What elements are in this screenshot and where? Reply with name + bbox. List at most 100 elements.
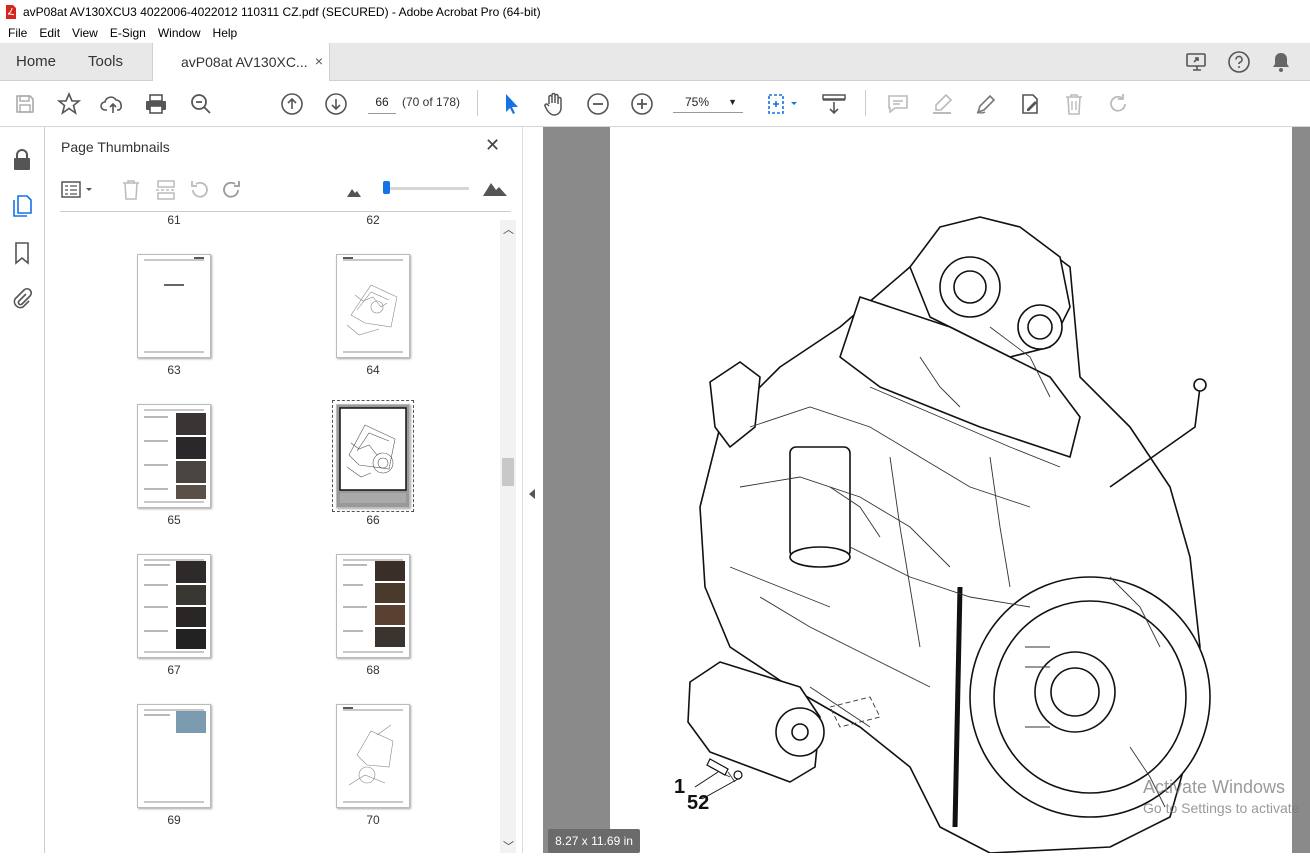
thumbnail-toolbar	[45, 172, 522, 212]
thumbnail-size-slider[interactable]	[383, 187, 469, 190]
menu-file[interactable]: File	[8, 26, 27, 40]
zoom-out-icon[interactable]	[585, 91, 611, 117]
close-icon[interactable]: ✕	[485, 135, 500, 156]
save-icon[interactable]	[12, 91, 38, 117]
page-thumbnails-icon[interactable]	[9, 193, 35, 219]
thumbnail-list: 61 62 63 64 65 66 67 68 69 70	[60, 213, 500, 853]
thumbnail-page[interactable]	[137, 704, 211, 808]
thumbnail-page-content	[144, 409, 206, 503]
thumbnail-page[interactable]	[137, 404, 211, 508]
extract-page-icon[interactable]	[155, 178, 177, 205]
zoom-level-select[interactable]: 75% ▼	[673, 91, 743, 113]
thumbnail-size-slider-handle[interactable]	[383, 181, 390, 194]
thumbnail-label: 62	[366, 213, 380, 227]
thumbnail-page-content	[144, 709, 206, 803]
tab-document-label: avP08at AV130XC...	[181, 54, 308, 70]
lock-icon[interactable]	[9, 147, 35, 173]
toolbar-separator	[477, 90, 478, 116]
thumbnail-page[interactable]	[336, 254, 410, 358]
print-icon[interactable]	[143, 91, 169, 117]
menu-window[interactable]: Window	[158, 26, 201, 40]
bookmark-star-icon[interactable]	[56, 91, 82, 117]
thumbnail-label: 67	[167, 663, 181, 677]
panel-divider	[60, 211, 511, 212]
panel-title: Page Thumbnails	[61, 139, 170, 155]
hand-tool-icon[interactable]	[541, 91, 567, 117]
collapse-arrow-icon[interactable]	[528, 487, 536, 502]
watermark-line-2: Go to Settings to activate	[1143, 800, 1300, 816]
comment-icon[interactable]	[885, 91, 911, 117]
delete-trash-icon[interactable]	[1061, 91, 1087, 117]
bookmarks-icon[interactable]	[9, 240, 35, 266]
panel-collapse-bar[interactable]	[522, 127, 543, 853]
callout-label: 1	[674, 776, 686, 798]
callout-label: 52	[687, 792, 710, 814]
title-bar: avP08at AV130XCU3 4022006-4022012 110311…	[0, 0, 1310, 23]
tab-bar-icons	[1184, 43, 1310, 80]
window-title: avP08at AV130XCU3 4022006-4022012 110311…	[23, 4, 541, 19]
menu-help[interactable]: Help	[213, 26, 238, 40]
watermark-line-1: Activate Windows	[1143, 777, 1286, 797]
thumbnail-scrollbar-thumb[interactable]	[502, 458, 514, 486]
engine-drawing	[687, 216, 1211, 854]
thumbnail-page-content	[337, 405, 409, 507]
help-icon[interactable]	[1226, 49, 1252, 75]
select-cursor-icon[interactable]	[497, 91, 523, 117]
thumbnail-label: 69	[167, 813, 181, 827]
thumbnail-label: 70	[366, 813, 380, 827]
thumbnail-options-icon[interactable]	[61, 180, 95, 203]
menu-view[interactable]: View	[72, 26, 98, 40]
tab-home[interactable]: Home	[16, 43, 56, 80]
highlight-pen-icon[interactable]	[929, 91, 955, 117]
thumbnail-large-mountain-icon	[483, 180, 507, 199]
delete-page-icon[interactable]	[121, 178, 141, 205]
thumbnail-page[interactable]	[336, 704, 410, 808]
thumbnail-page-content	[144, 257, 204, 353]
redo-icon[interactable]	[1105, 91, 1131, 117]
thumbnail-page-content	[343, 707, 403, 803]
thumbnail-page[interactable]	[137, 554, 211, 658]
scroll-mode-icon[interactable]	[819, 91, 849, 117]
menu-esign[interactable]: E-Sign	[110, 26, 146, 40]
draw-pen-icon[interactable]	[973, 91, 999, 117]
tab-close-icon[interactable]: ×	[315, 53, 323, 69]
page-display-icon[interactable]	[764, 91, 800, 117]
thumbnail-scrollbar[interactable]	[500, 220, 516, 853]
zoom-level-value: 75%	[685, 94, 710, 109]
page-thumbnails-panel: Page Thumbnails ✕ 61 62 63 64 65 66 67 6…	[45, 127, 522, 853]
scroll-up-arrow-icon[interactable]: ︿	[503, 221, 514, 237]
attachments-paperclip-icon[interactable]	[9, 286, 35, 312]
zoom-search-icon[interactable]	[188, 91, 214, 117]
thumbnail-label: 65	[167, 513, 181, 527]
activate-windows-watermark: Activate Windows Go to Settings to activ…	[1143, 777, 1299, 816]
tab-tools[interactable]: Tools	[88, 43, 123, 80]
thumbnail-page-selected[interactable]	[332, 400, 414, 512]
pdf-page	[610, 127, 1292, 854]
scroll-down-arrow-icon[interactable]: ﹀	[503, 838, 514, 854]
thumbnail-page[interactable]	[137, 254, 211, 358]
rotate-clockwise-icon[interactable]	[221, 178, 243, 205]
thumbnail-page[interactable]	[336, 554, 410, 658]
left-rail	[0, 127, 45, 853]
thumbnail-label: 63	[167, 363, 181, 377]
thumbnail-page-content	[343, 257, 403, 353]
tab-document[interactable]: avP08at AV130XC... ×	[152, 43, 330, 81]
chevron-down-icon: ▼	[728, 97, 737, 107]
edit-text-icon[interactable]	[1017, 91, 1043, 117]
upload-cloud-icon[interactable]	[100, 91, 126, 117]
previous-page-icon[interactable]	[279, 91, 305, 117]
menu-edit[interactable]: Edit	[39, 26, 60, 40]
thumbnail-label: 68	[366, 663, 380, 677]
thumbnail-small-mountain-icon	[347, 185, 361, 200]
tab-bar: Home Tools avP08at AV130XC... ×	[0, 43, 1310, 81]
notification-bell-icon[interactable]	[1268, 49, 1294, 75]
zoom-in-icon[interactable]	[629, 91, 655, 117]
next-page-icon[interactable]	[323, 91, 349, 117]
toolbar-separator	[865, 90, 866, 116]
page-number-input[interactable]: 66	[368, 91, 396, 114]
page-size-indicator: 8.27 x 11.69 in	[548, 829, 640, 853]
rotate-counterclockwise-icon[interactable]	[188, 178, 210, 205]
thumbnail-label: 64	[366, 363, 380, 377]
share-screen-icon[interactable]	[1184, 49, 1210, 75]
page-count-label: (70 of 178)	[402, 95, 461, 109]
